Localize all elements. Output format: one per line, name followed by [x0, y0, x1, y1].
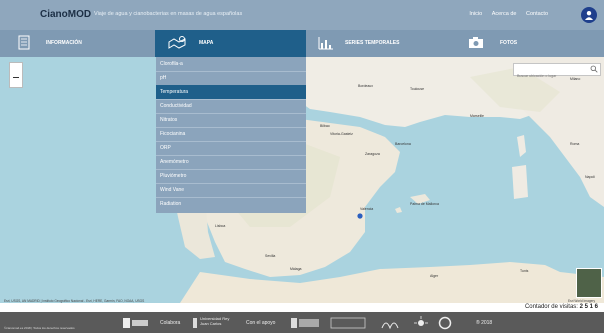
visit-counter-label: Contador de visitas:	[524, 304, 578, 310]
link-inicio[interactable]: Inicio	[469, 11, 482, 17]
map-icon	[168, 36, 186, 49]
basemap-toggle[interactable]	[576, 268, 602, 298]
footer-copyright: ©cianomod.es 2018 | Todos los derechos r…	[4, 326, 75, 330]
tagline: Viaje de agua y cianobacterias en masas …	[94, 11, 243, 17]
map-search[interactable]	[513, 63, 601, 79]
circle-logo-icon[interactable]	[438, 316, 452, 330]
variable-dropdown: Clorofila-a pH Temperatura Conductividad…	[156, 57, 306, 213]
map-label-toulouse: Toulouse	[410, 87, 425, 91]
map-label-roma: Roma	[570, 142, 580, 146]
map-label-alger: Alger	[430, 274, 439, 278]
map-label-zaragoza: Zaragoza	[365, 152, 380, 156]
zoom-out-button[interactable]	[9, 62, 23, 88]
map-label-malaga: Málaga	[290, 267, 302, 271]
map-label-lisboa: Lisboa	[215, 224, 226, 228]
dropdown-item[interactable]: Anemómetro	[156, 155, 306, 169]
map-label-bordeaux: Bordeaux	[358, 84, 373, 88]
dropdown-item[interactable]: Pluviómetro	[156, 169, 306, 183]
user-icon[interactable]	[581, 7, 597, 23]
nav-informacion[interactable]: INFORMACIÓN	[0, 30, 155, 57]
brand-logo[interactable]: CianoMOD	[40, 9, 91, 20]
dropdown-item[interactable]: Ficocianina	[156, 127, 306, 141]
ministry-logo-icon[interactable]	[290, 316, 320, 330]
map-label-barcelona: Barcelona	[395, 142, 411, 146]
footer-apoyo: Con el apoyo	[246, 320, 276, 326]
map-label-vitoria: Vitoria-Gasteiz	[330, 132, 353, 136]
chart-icon	[318, 37, 333, 50]
footer-year: ® 2018	[476, 320, 493, 326]
map-label-marseille: Marseille	[470, 114, 485, 118]
camera-icon	[469, 37, 483, 48]
document-icon	[18, 35, 30, 50]
visit-counter: Contador de visitas: 2 5 1 6	[525, 304, 598, 310]
partner-logo-icon[interactable]	[122, 316, 150, 330]
footer: ©cianomod.es 2018 | Todos los derechos r…	[0, 312, 604, 333]
nav-series-temporales[interactable]: SERIES TEMPORALES	[306, 30, 456, 57]
dropdown-item[interactable]: Radiation	[156, 197, 306, 211]
nav-label: MAPA	[199, 40, 214, 46]
map-label-napoli: Napoli	[585, 175, 595, 179]
top-links: Inicio Acerca de Contacto	[461, 11, 548, 17]
link-contacto[interactable]: Contacto	[526, 11, 548, 17]
footer-universidad: Universidad Rey Juan Carlos	[200, 316, 230, 326]
map-search-input[interactable]	[514, 73, 590, 79]
dropdown-item[interactable]: Wind Vane	[156, 183, 306, 197]
footer-colabora: Colabora	[160, 320, 181, 326]
nav-label: SERIES TEMPORALES	[345, 40, 400, 46]
map-label-sevilla: Sevilla	[265, 254, 276, 258]
dropdown-item[interactable]: pH	[156, 71, 306, 85]
dropdown-item[interactable]: Clorofila-a	[156, 57, 306, 71]
water-logo-icon[interactable]	[380, 316, 400, 330]
dropdown-item[interactable]: Nitratos	[156, 113, 306, 127]
link-acerca[interactable]: Acerca de	[492, 11, 517, 17]
nav-label: INFORMACIÓN	[46, 40, 82, 46]
nav-mapa[interactable]: MAPA	[155, 30, 306, 57]
dropdown-item[interactable]: ORP	[156, 141, 306, 155]
university-logo-icon[interactable]	[192, 316, 198, 330]
map-label-palma: Palma de Mallorca	[410, 202, 439, 206]
visit-counter-bar: Contador de visitas: 2 5 1 6	[0, 303, 604, 312]
sun-logo-icon[interactable]	[410, 316, 432, 330]
dropdown-item[interactable]: Conductividad	[156, 99, 306, 113]
map-label-bilbao: Bilbao	[320, 124, 330, 128]
search-icon[interactable]	[590, 65, 598, 73]
minus-icon	[13, 77, 19, 78]
main-nav: INFORMACIÓN MAPA SERIES TEMPORALES FOTOS	[0, 30, 604, 57]
map-label-tunis: Tunis	[520, 269, 529, 273]
nav-fotos[interactable]: FOTOS	[456, 30, 604, 57]
visit-counter-value: 2 5 1 6	[579, 304, 598, 310]
top-bar: CianoMOD Viaje de agua y cianobacterias …	[0, 0, 604, 30]
station-marker[interactable]	[357, 213, 363, 219]
nav-label: FOTOS	[500, 40, 518, 46]
dropdown-item-selected[interactable]: Temperatura	[156, 85, 306, 99]
map-label-valencia: Valencia	[360, 207, 374, 211]
agency-logo-icon[interactable]	[330, 316, 366, 330]
